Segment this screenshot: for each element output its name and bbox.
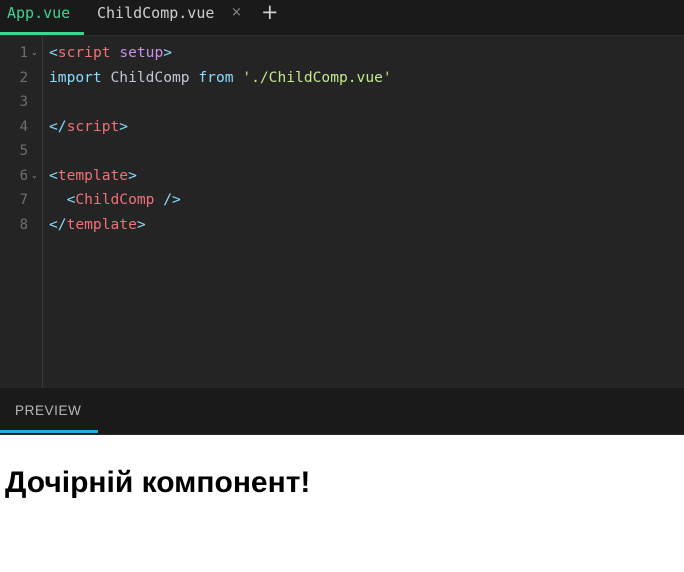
code-token: < <box>49 44 58 61</box>
line-number-gutter: 1 ⌄ 2 3 4 5 6 ⌄ 7 8 <box>0 36 43 388</box>
code-editor[interactable]: 1 ⌄ 2 3 4 5 6 ⌄ 7 8 <script setup> impor… <box>0 36 684 388</box>
code-token: script <box>57 44 111 61</box>
line-number: 1 <box>19 45 28 61</box>
fold-chevron-icon[interactable]: ⌄ <box>31 44 38 62</box>
code-token: > <box>128 167 137 184</box>
line-number: 5 <box>19 143 28 159</box>
code-token: template <box>57 167 129 184</box>
tab-label: ChildComp.vue <box>97 4 215 22</box>
code-token: from <box>198 69 234 86</box>
line-number: 4 <box>19 119 28 135</box>
code-line-2: import ChildComp from './ChildComp.vue' <box>49 69 392 87</box>
preview-heading: Дочірній компонент! <box>5 466 311 499</box>
code-token: ChildComp <box>101 69 199 86</box>
code-token: setup <box>119 44 164 61</box>
line-number: 6 <box>19 168 28 184</box>
code-token: < <box>49 167 58 184</box>
fold-chevron-icon[interactable]: ⌄ <box>31 167 38 185</box>
code-token: template <box>66 216 137 233</box>
code-token: </ <box>49 216 67 233</box>
line-number: 2 <box>19 70 28 86</box>
tab-app-vue[interactable]: App.vue <box>0 0 84 36</box>
active-tab-indicator <box>0 32 84 35</box>
code-line-4: </script> <box>49 118 128 136</box>
tab-label: App.vue <box>7 4 71 22</box>
code-line-6: <template> <box>49 167 137 185</box>
tab-childcomp-vue[interactable]: ChildComp.vue <box>97 0 214 36</box>
code-token: > <box>136 216 146 233</box>
code-token: script <box>66 118 120 135</box>
add-file-icon[interactable]: + <box>261 1 279 23</box>
code-token: ChildComp <box>75 191 155 208</box>
active-tab-indicator <box>0 430 98 433</box>
close-icon[interactable]: × <box>231 4 242 22</box>
code-token: > <box>119 118 129 135</box>
code-line-1: <script setup> <box>49 44 172 62</box>
code-token: './ChildComp.vue' <box>242 69 392 86</box>
preview-tab-bar: PREVIEW <box>0 388 684 435</box>
code-token: </ <box>49 118 67 135</box>
line-number: 8 <box>19 217 28 233</box>
code-line-8: </template> <box>49 216 146 234</box>
code-token: /> <box>154 191 181 208</box>
line-number: 7 <box>19 192 28 208</box>
code-line-7: <ChildComp /> <box>49 191 181 209</box>
code-token: import <box>49 69 102 86</box>
tab-preview[interactable]: PREVIEW <box>15 403 81 418</box>
preview-pane: Дочірній компонент! <box>0 436 684 572</box>
code-token: > <box>163 44 173 61</box>
file-tab-bar: App.vue ChildComp.vue × + <box>0 0 684 36</box>
line-number: 3 <box>19 94 28 110</box>
